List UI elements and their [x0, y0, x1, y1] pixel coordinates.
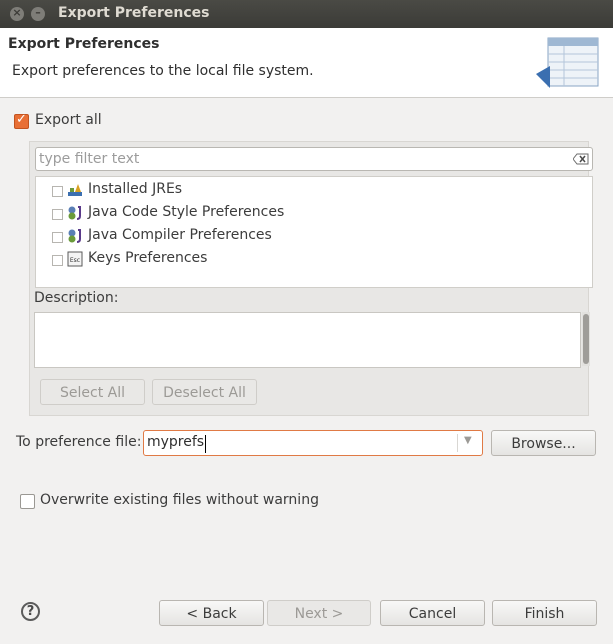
svg-text:Esc: Esc — [70, 257, 80, 264]
tree-item[interactable]: Java Code Style Preferences — [36, 202, 592, 224]
cancel-button[interactable]: Cancel — [380, 600, 485, 626]
preference-file-value[interactable]: myprefs — [147, 434, 204, 450]
description-label: Description: — [34, 290, 119, 306]
overwrite-checkbox[interactable] — [20, 494, 35, 509]
close-window-button[interactable]: × — [10, 6, 24, 21]
tree-item-checkbox[interactable] — [52, 186, 63, 197]
tree-item-checkbox[interactable] — [52, 232, 63, 243]
minimize-window-button[interactable]: – — [31, 6, 45, 21]
export-wizard-banner-icon — [536, 37, 599, 88]
tree-item-checkbox[interactable] — [52, 209, 63, 220]
java-prefs-icon — [68, 229, 81, 243]
close-icon: × — [12, 6, 22, 19]
text-cursor — [205, 435, 206, 453]
tree-item-label: Keys Preferences — [88, 250, 208, 266]
export-all-label: Export all — [35, 112, 102, 128]
preference-file-combo[interactable]: myprefs ▼ — [143, 430, 483, 456]
export-all-checkbox[interactable] — [14, 112, 29, 129]
window-title: Export Preferences — [58, 5, 210, 21]
tree-item[interactable]: Java Compiler Preferences — [36, 225, 592, 247]
header-title: Export Preferences — [8, 36, 160, 52]
clear-filter-icon[interactable] — [573, 153, 589, 165]
tree-item-checkbox[interactable] — [52, 255, 63, 266]
filter-input[interactable] — [39, 150, 559, 167]
tree-item[interactable]: Installed JREs — [36, 179, 592, 201]
back-button[interactable]: < Back — [159, 600, 264, 626]
keys-esc-icon: Esc — [67, 251, 83, 267]
chevron-down-icon[interactable]: ▼ — [464, 435, 472, 446]
preferences-tree: Installed JREs Java Code Style Preferenc… — [35, 176, 593, 288]
scrollbar-thumb[interactable] — [583, 314, 589, 364]
browse-button[interactable]: Browse... — [491, 430, 596, 456]
wizard-header: Export Preferences Export preferences to… — [0, 28, 613, 98]
preference-file-label: To preference file: — [16, 434, 142, 450]
minimize-icon: – — [35, 6, 41, 19]
java-prefs-icon — [68, 206, 81, 220]
select-all-button[interactable]: Select All — [40, 379, 145, 405]
next-button[interactable]: Next > — [267, 600, 371, 626]
description-scrollbar[interactable] — [582, 312, 590, 366]
combo-divider — [457, 434, 458, 452]
tree-item-label: Installed JREs — [88, 181, 183, 197]
help-icon[interactable]: ? — [21, 602, 40, 621]
title-bar: × – Export Preferences — [0, 0, 613, 28]
filter-field[interactable] — [35, 147, 593, 171]
tree-item-label: Java Compiler Preferences — [88, 227, 272, 243]
description-text — [34, 312, 581, 368]
overwrite-label: Overwrite existing files without warning — [40, 492, 319, 508]
jre-icon — [68, 184, 82, 196]
tree-item-label: Java Code Style Preferences — [88, 204, 285, 220]
tree-item[interactable]: Esc Keys Preferences — [36, 248, 592, 270]
header-subtitle: Export preferences to the local file sys… — [12, 63, 314, 79]
finish-button[interactable]: Finish — [492, 600, 597, 626]
deselect-all-button[interactable]: Deselect All — [152, 379, 257, 405]
